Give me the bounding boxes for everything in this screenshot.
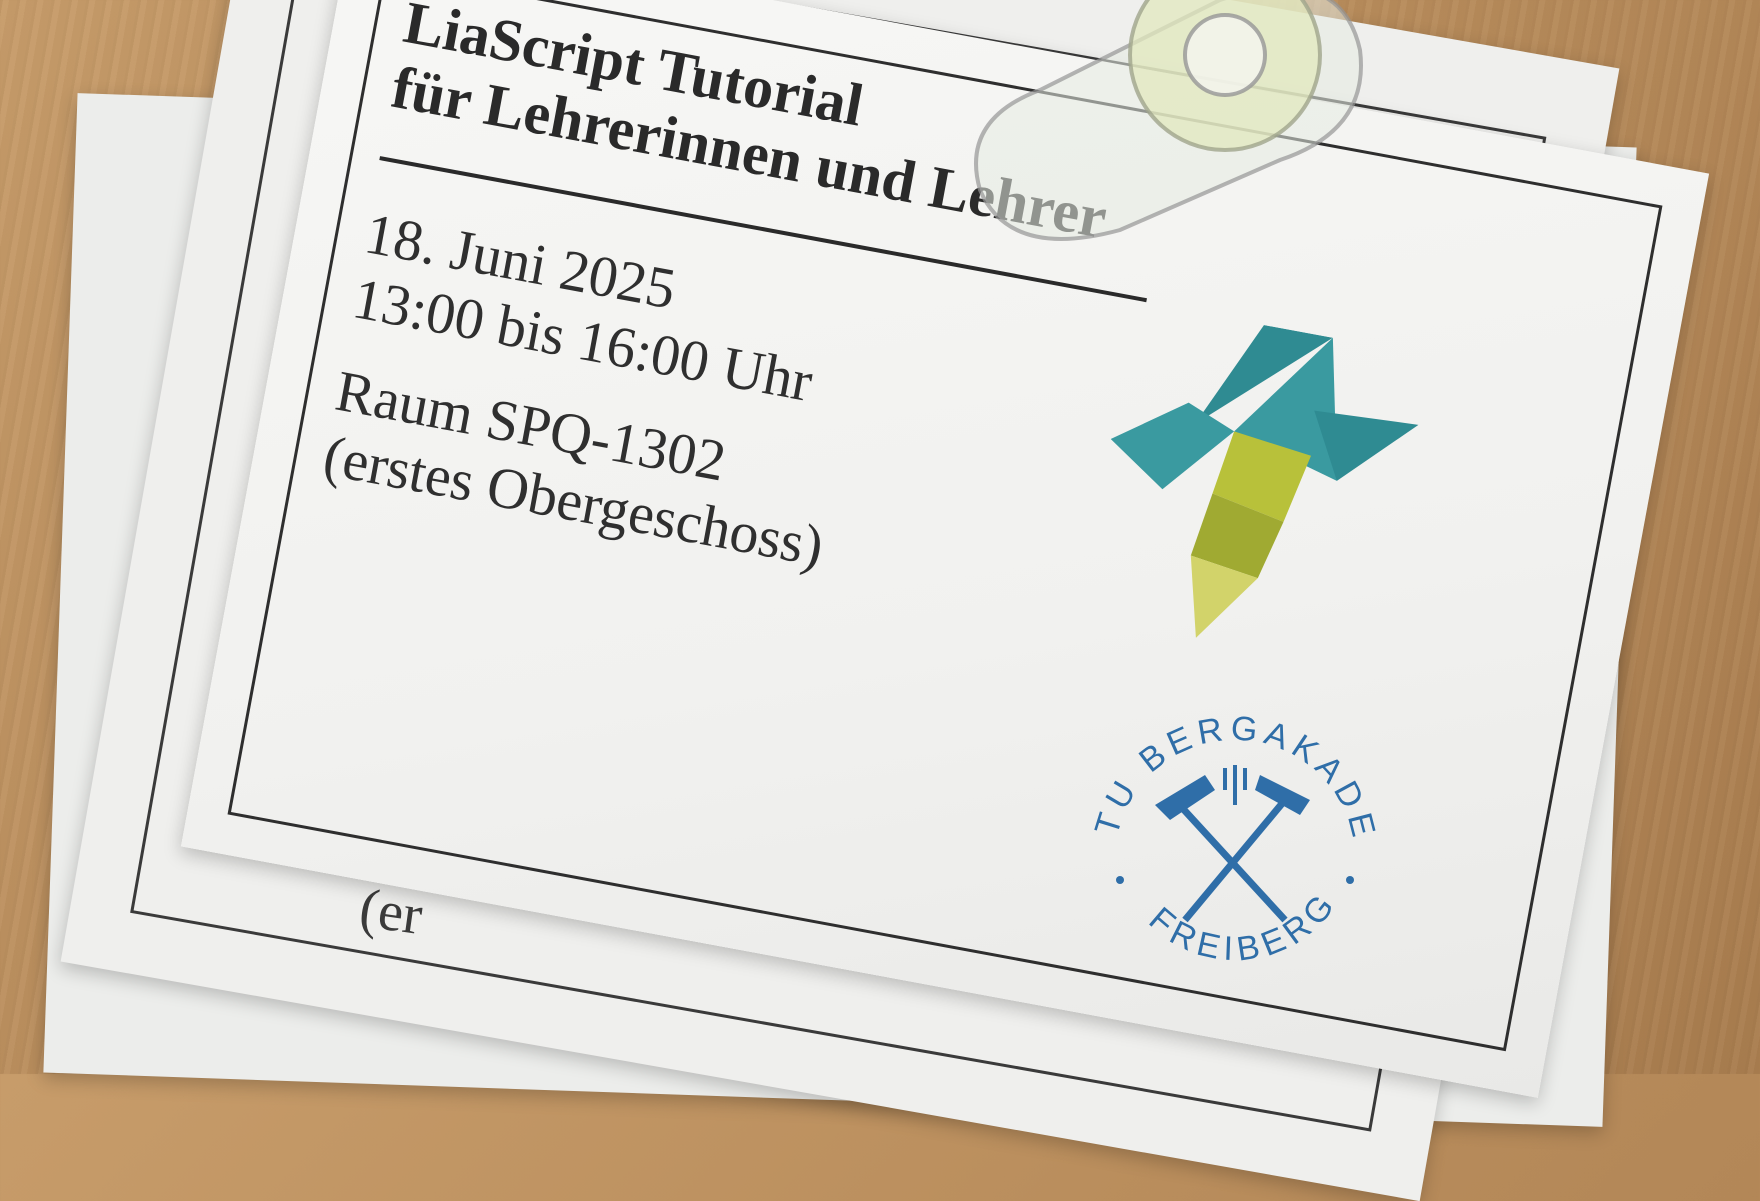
seal-dot-right [1346,876,1354,884]
university-seal: TU BERGAKADEMIE FREIBERG [1075,690,1384,969]
seal-dot-left [1116,876,1124,884]
seal-text-bottom: FREIBERG [1142,883,1345,968]
tape-dispenser [974,0,1363,241]
hammer-and-pick-icon [1155,765,1310,923]
tangram-bird-logo [1110,325,1419,638]
seal-text-top: TU BERGAKADEMIE [1075,690,1384,846]
tape-core [1183,13,1267,97]
